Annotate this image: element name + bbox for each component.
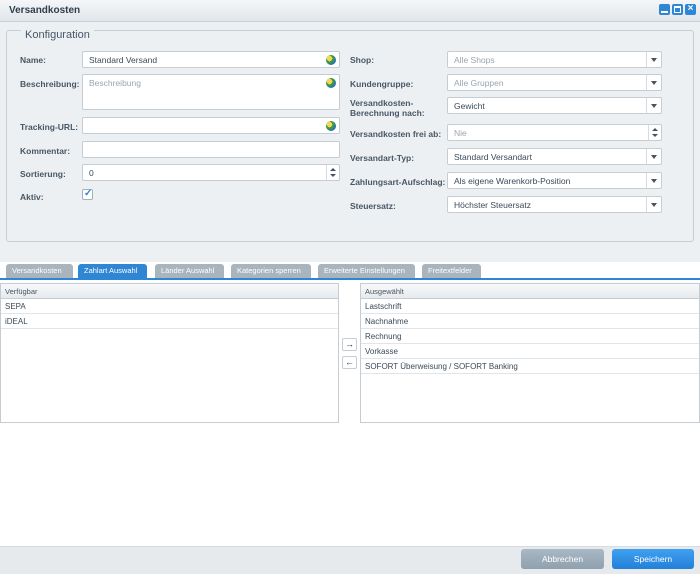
- selected-row[interactable]: Vorkasse: [361, 344, 699, 359]
- comment-field[interactable]: [82, 141, 340, 158]
- tracking-url-field[interactable]: [82, 117, 340, 134]
- available-row[interactable]: iDEAL: [1, 314, 338, 329]
- calc-label-line2: Berechnung nach:: [350, 108, 425, 118]
- close-icon[interactable]: ×: [685, 3, 696, 15]
- free-from-field[interactable]: Nie: [447, 124, 662, 141]
- available-grid: Verfügbar SEPA iDEAL: [0, 283, 339, 423]
- description-label: Beschreibung:: [20, 79, 80, 89]
- chevron-down-icon[interactable]: [646, 75, 661, 90]
- tax-value: Höchster Steuersatz: [454, 200, 532, 210]
- type-label: Versandart-Typ:: [350, 153, 415, 163]
- chevron-down-icon[interactable]: [646, 52, 661, 67]
- globe-icon[interactable]: [326, 121, 336, 131]
- spinner-icon[interactable]: [326, 165, 339, 180]
- description-field[interactable]: Beschreibung: [82, 74, 340, 110]
- free-from-placeholder: Nie: [454, 128, 467, 138]
- sort-label: Sortierung:: [20, 169, 66, 179]
- remove-arrow-button[interactable]: ←: [342, 356, 357, 369]
- tab-erweiterte-einstellungen[interactable]: Erweiterte Einstellungen: [318, 264, 415, 278]
- tab-zahlart-auswahl[interactable]: Zahlart Auswahl: [78, 264, 147, 278]
- sort-stepper[interactable]: 0: [82, 164, 340, 181]
- window-title: Versandkosten: [9, 5, 81, 16]
- customergroup-select[interactable]: Alle Gruppen: [447, 74, 662, 91]
- tab-versandkosten[interactable]: Versandkosten: [6, 264, 73, 278]
- name-value: Standard Versand: [89, 55, 158, 65]
- calc-select[interactable]: Gewicht: [447, 97, 662, 114]
- selected-row[interactable]: Rechnung: [361, 329, 699, 344]
- shop-select[interactable]: Alle Shops: [447, 51, 662, 68]
- cancel-button[interactable]: Abbrechen: [521, 549, 604, 569]
- globe-icon[interactable]: [326, 55, 336, 65]
- tab-laender-auswahl[interactable]: Länder Auswahl: [155, 264, 224, 278]
- type-select[interactable]: Standard Versandart: [447, 148, 662, 165]
- active-label: Aktiv:: [20, 192, 44, 202]
- type-value: Standard Versandart: [454, 152, 532, 162]
- customergroup-value: Alle Gruppen: [454, 78, 504, 88]
- calc-label: Versandkosten- Berechnung nach:: [350, 98, 425, 118]
- chevron-down-icon[interactable]: [646, 149, 661, 164]
- calc-value: Gewicht: [454, 101, 485, 111]
- selected-header[interactable]: Ausgewählt: [361, 284, 699, 299]
- selected-row[interactable]: SOFORT Überweisung / SOFORT Banking: [361, 359, 699, 374]
- selected-grid: Ausgewählt Lastschrift Nachnahme Rechnun…: [360, 283, 700, 423]
- checkmark-icon: ✓: [84, 188, 93, 199]
- chevron-down-icon[interactable]: [646, 98, 661, 113]
- customergroup-label: Kundengruppe:: [350, 79, 414, 89]
- maximize-icon[interactable]: [672, 4, 683, 15]
- available-row[interactable]: SEPA: [1, 299, 338, 314]
- sort-value: 0: [89, 168, 94, 178]
- surcharge-select[interactable]: Als eigene Warenkorb-Position: [447, 172, 662, 189]
- description-placeholder: Beschreibung: [89, 78, 141, 88]
- surcharge-label: Zahlungsart-Aufschlag:: [350, 177, 446, 187]
- spinner-icon[interactable]: [648, 125, 661, 140]
- free-from-label: Versandkosten frei ab:: [350, 129, 442, 139]
- comment-label: Kommentar:: [20, 146, 71, 156]
- calc-label-line1: Versandkosten-: [350, 98, 414, 108]
- active-checkbox[interactable]: ✓: [82, 188, 93, 200]
- shop-value: Alle Shops: [454, 55, 495, 65]
- window-titlebar: Versandkosten: [0, 0, 700, 22]
- selected-row[interactable]: Lastschrift: [361, 299, 699, 314]
- name-field[interactable]: Standard Versand: [82, 51, 340, 68]
- chevron-down-icon[interactable]: [646, 173, 661, 188]
- add-arrow-button[interactable]: →: [342, 338, 357, 351]
- save-button[interactable]: Speichern: [612, 549, 694, 569]
- surcharge-value: Als eigene Warenkorb-Position: [454, 176, 571, 186]
- config-legend: Konfiguration: [21, 29, 94, 41]
- tax-select[interactable]: Höchster Steuersatz: [447, 196, 662, 213]
- tax-label: Steuersatz:: [350, 201, 396, 211]
- minimize-icon[interactable]: [659, 4, 670, 15]
- chevron-down-icon[interactable]: [646, 197, 661, 212]
- shop-label: Shop:: [350, 55, 375, 65]
- tab-kategorien-sperren[interactable]: Kategorien sperren: [231, 264, 311, 278]
- name-label: Name:: [20, 55, 46, 65]
- selected-row[interactable]: Nachnahme: [361, 314, 699, 329]
- available-header[interactable]: Verfügbar: [1, 284, 338, 299]
- tracking-url-label: Tracking-URL:: [20, 122, 79, 132]
- tab-freitextfelder[interactable]: Freitextfelder: [422, 264, 481, 278]
- globe-icon[interactable]: [326, 78, 336, 88]
